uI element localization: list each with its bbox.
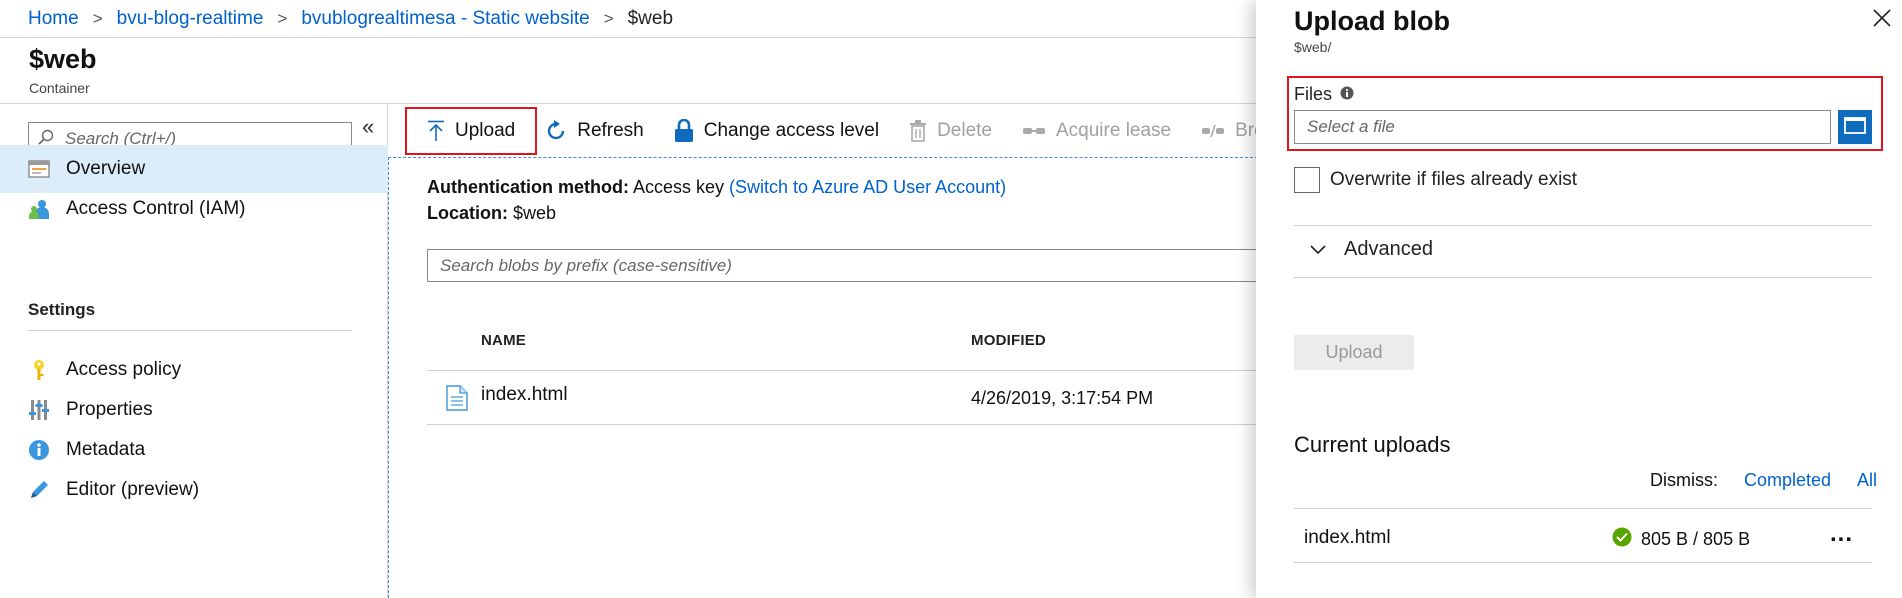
switch-auth-link[interactable]: (Switch to Azure AD User Account): [729, 177, 1006, 197]
info-icon[interactable]: [1340, 84, 1354, 105]
chevron-right-icon: >: [277, 8, 288, 28]
refresh-label: Refresh: [577, 120, 644, 141]
blob-name: index.html: [481, 384, 568, 405]
sidebar-item-label: Access policy: [66, 359, 182, 380]
folder-icon: [1844, 116, 1866, 139]
current-uploads-title: Current uploads: [1294, 432, 1451, 457]
blob-modified: 4/26/2019, 3:17:54 PM: [971, 388, 1154, 408]
breadcrumb: Home > bvu-blog-realtime > bvublogrealti…: [0, 0, 1256, 38]
overwrite-label: Overwrite if files already exist: [1330, 169, 1578, 190]
upload-item-status: 805 B / 805 B: [1612, 527, 1750, 552]
upload-progress-text: 805 B / 805 B: [1641, 529, 1751, 549]
change-access-label: Change access level: [703, 120, 880, 141]
close-icon[interactable]: [1872, 8, 1892, 33]
trash-icon: [909, 120, 927, 142]
overwrite-checkbox[interactable]: [1294, 167, 1320, 193]
page-title: $web: [29, 44, 97, 74]
overview-icon: [28, 158, 50, 180]
files-label-text: Files: [1294, 84, 1333, 104]
advanced-top-divider: [1294, 225, 1872, 226]
sidebar-item-label: Overview: [66, 158, 146, 179]
breadcrumb-home-link[interactable]: Home: [28, 8, 79, 30]
sidebar-item-label: Properties: [66, 399, 153, 420]
change-access-level-button[interactable]: Change access level: [674, 108, 879, 154]
info-icon: [28, 439, 50, 461]
panel-title: Upload blob: [1294, 6, 1450, 36]
file-icon: [446, 385, 468, 417]
key-icon: [28, 359, 50, 381]
auth-method-value: Access key: [633, 177, 725, 197]
settings-divider: [28, 330, 352, 331]
sidebar-item-label: Metadata: [66, 439, 146, 460]
advanced-bottom-divider: [1294, 277, 1872, 278]
uploads-bottom-divider: [1294, 562, 1872, 563]
breadcrumb-current: $web: [627, 7, 674, 29]
pencil-icon: [28, 479, 50, 501]
properties-icon: [28, 399, 50, 421]
blob-row-name[interactable]: index.html: [446, 384, 568, 411]
location-line: Location: $web: [427, 203, 556, 224]
upload-submit-button[interactable]: Upload: [1294, 335, 1414, 370]
iam-icon: [28, 198, 50, 220]
overwrite-checkbox-row[interactable]: Overwrite if files already exist: [1294, 167, 1577, 193]
file-select-field[interactable]: [1294, 110, 1831, 144]
chevron-right-icon: >: [603, 8, 614, 28]
sidebar: « Overview Access Control (IAM) Settings…: [0, 104, 388, 598]
sidebar-item-label: Access Control (IAM): [66, 198, 246, 219]
breadcrumb-resource-group-link[interactable]: bvu-blog-realtime: [117, 8, 264, 30]
refresh-icon: [545, 120, 567, 142]
file-select-input[interactable]: [1307, 117, 1807, 137]
upload-item-name: index.html: [1304, 527, 1391, 548]
refresh-button[interactable]: Refresh: [545, 108, 644, 154]
settings-section-title: Settings: [28, 300, 96, 319]
sidebar-item-editor[interactable]: Editor (preview): [0, 466, 388, 514]
blob-search[interactable]: [427, 249, 1267, 282]
sidebar-item-access-control[interactable]: Access Control (IAM): [0, 185, 388, 233]
table-row-divider: [427, 424, 1267, 425]
auth-method-label: Authentication method:: [427, 177, 629, 197]
chevron-down-icon: [1310, 238, 1326, 261]
lock-icon: [674, 119, 694, 143]
break-lease-icon: [1201, 123, 1225, 139]
dismiss-bar: Dismiss: Completed All: [1650, 470, 1877, 491]
dismiss-label: Dismiss:: [1650, 470, 1718, 490]
uploads-top-divider: [1294, 508, 1872, 509]
dismiss-all-link[interactable]: All: [1857, 470, 1877, 491]
upload-toolbar-button[interactable]: Upload: [405, 107, 538, 155]
upload-label: Upload: [455, 120, 516, 141]
success-check-icon: [1612, 527, 1632, 552]
upload-arrow-icon: [427, 120, 445, 142]
acquire-lease-button[interactable]: Acquire lease: [1022, 108, 1171, 154]
dismiss-completed-link[interactable]: Completed: [1744, 470, 1831, 491]
browse-folder-button[interactable]: [1838, 110, 1872, 144]
column-header-modified[interactable]: MODIFIED: [971, 332, 1046, 349]
location-value: $web: [513, 203, 557, 223]
upload-blob-panel: Upload blob $web/ Files Overwrite if fil…: [1256, 0, 1902, 598]
column-header-name[interactable]: NAME: [481, 332, 526, 349]
panel-subtitle: $web/: [1294, 39, 1332, 55]
files-label: Files: [1294, 84, 1354, 105]
acquire-lease-label: Acquire lease: [1056, 120, 1172, 141]
delete-label: Delete: [937, 120, 992, 141]
breadcrumb-static-website-link[interactable]: bvublogrealtimesa - Static website: [301, 8, 589, 30]
advanced-expander[interactable]: Advanced: [1310, 238, 1433, 261]
location-label: Location:: [427, 203, 508, 223]
blob-search-input[interactable]: [440, 255, 1240, 276]
lease-link-icon: [1022, 123, 1046, 139]
advanced-label: Advanced: [1344, 238, 1433, 260]
more-options-button[interactable]: ...: [1830, 520, 1853, 548]
delete-button[interactable]: Delete: [909, 108, 992, 154]
command-toolbar: Upload Refresh Change access level Delet…: [405, 107, 1295, 155]
auth-method-line: Authentication method: Access key (Switc…: [427, 177, 1006, 198]
sidebar-item-label: Editor (preview): [66, 479, 200, 500]
table-header-divider: [427, 370, 1267, 371]
chevron-right-icon: >: [92, 8, 103, 28]
page-subtitle: Container: [29, 80, 90, 96]
collapse-sidebar-icon[interactable]: «: [362, 114, 374, 140]
